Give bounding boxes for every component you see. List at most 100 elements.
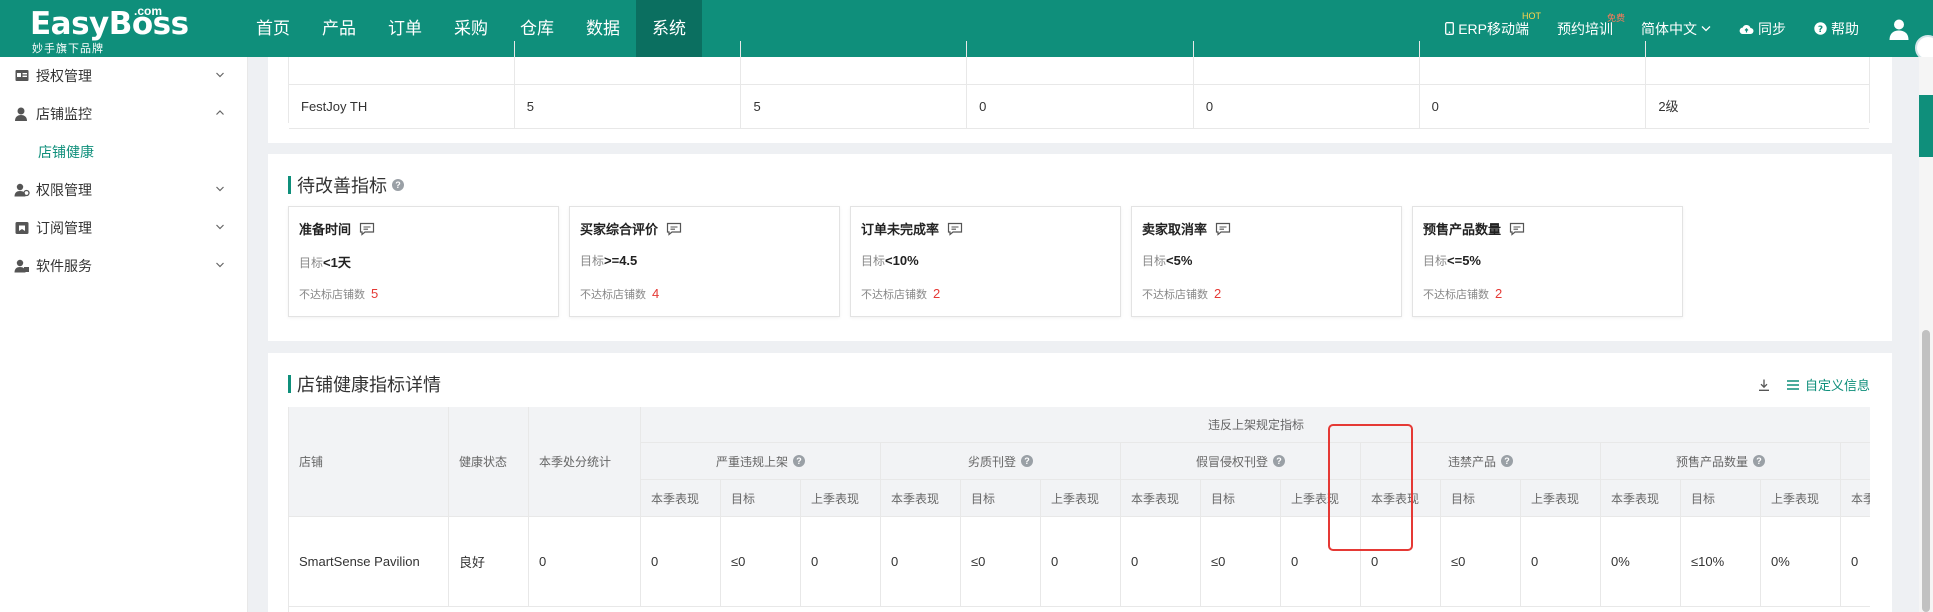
sidebar-item-permissions[interactable]: 权限管理: [0, 171, 247, 209]
hot-badge: HOT: [1522, 10, 1541, 21]
sidebar-item-subscriptions[interactable]: 订阅管理: [0, 209, 247, 247]
erp-mobile-label: ERP移动端: [1458, 20, 1529, 37]
store-stats-table: FestJoy TH 5 5 0 0 0 2级: [288, 41, 1870, 129]
custom-info-button[interactable]: 自定义信息: [1786, 375, 1870, 394]
training-link[interactable]: 预约培训 免费: [1557, 13, 1625, 39]
sync-label: 同步: [1758, 20, 1786, 37]
column-subheader: 目标: [1681, 480, 1761, 517]
language-select[interactable]: 简体中文: [1641, 19, 1711, 39]
detail-actions: 自定义信息: [1757, 375, 1870, 394]
help-icon[interactable]: ?: [1753, 455, 1765, 467]
brand-name: EasyBoss: [30, 6, 189, 42]
side-accent-tab[interactable]: [1919, 95, 1933, 157]
column-header-metric: 违禁产品?: [1361, 443, 1601, 480]
sidebar-item-store-health[interactable]: 店铺健康: [0, 133, 247, 171]
column-subheader: 本季表现: [641, 480, 721, 517]
column-header-metric: 严重违规上架?: [641, 443, 881, 480]
column-subheader: 本季表现: [881, 480, 961, 517]
column-subheader: 上季表现: [801, 480, 881, 517]
sync-button[interactable]: 同步: [1739, 19, 1786, 39]
list-icon: [1786, 379, 1799, 390]
table-cell: 0: [1841, 517, 1870, 607]
authorization-icon: [15, 70, 29, 81]
cloud-sync-icon: [1739, 24, 1754, 34]
download-icon[interactable]: [1757, 378, 1771, 392]
column-subheader: 本季表现: [1601, 480, 1681, 517]
table-cell: 0: [1194, 85, 1420, 129]
table-cell: ≤0: [1441, 517, 1521, 607]
user-avatar-icon[interactable]: [1887, 17, 1911, 41]
column-group-listing-violations: 违反上架规定指标: [641, 407, 1870, 443]
improvement-card: 待改善指标 ? 准备时间 目标<1天 不达标店铺数 5 买家综合评价 目标>=4.…: [268, 154, 1892, 341]
metric-card-unfinished-rate[interactable]: 订单未完成率 目标<10% 不达标店铺数 2: [850, 206, 1121, 317]
column-subheader: 上季表现: [1521, 480, 1601, 517]
column-header-metric: 假冒侵权刊登?: [1121, 443, 1361, 480]
training-label: 预约培训: [1557, 20, 1613, 37]
metric-card-buyer-rating[interactable]: 买家综合评价 目标>=4.5 不达标店铺数 4: [569, 206, 840, 317]
table-cell: 5: [515, 85, 742, 129]
help-icon[interactable]: ?: [1501, 455, 1513, 467]
chevron-down-icon: [216, 224, 224, 230]
column-header-metric: 预售产品数量?: [1601, 443, 1841, 480]
table-cell: ≤0: [721, 517, 801, 607]
metric-card-seller-cancel-rate[interactable]: 卖家取消率 目标<5% 不达标店铺数 2: [1131, 206, 1402, 317]
column-subheader: 上季表现: [1041, 480, 1121, 517]
metric-card-preorder-count[interactable]: 预售产品数量 目标<=5% 不达标店铺数 2: [1412, 206, 1683, 317]
help-button[interactable]: ? 帮助: [1814, 19, 1859, 39]
sidebar-item-authorization[interactable]: 授权管理: [0, 57, 247, 95]
column-subheader: 本季表现: [1361, 480, 1441, 517]
scrollbar-thumb[interactable]: [1922, 330, 1930, 612]
brand-logo[interactable]: EasyBoss .com 妙手旗下品牌: [0, 0, 200, 57]
table-cell: 0: [1281, 517, 1361, 607]
health-detail-card: 店铺健康指标详情 自定义信息 店铺 健康状态 本季处分统计 违反上架规定指标 严…: [268, 353, 1892, 612]
fail-count: 5: [371, 286, 379, 301]
metric-card-prep-time[interactable]: 准备时间 目标<1天 不达标店铺数 5: [288, 206, 559, 317]
comment-icon[interactable]: [1215, 222, 1231, 236]
column-subheader: 目标: [961, 480, 1041, 517]
sidebar-item-software[interactable]: 软件服务: [0, 247, 247, 285]
penalty-cell: 0: [529, 517, 641, 607]
store-monitor-icon: [15, 107, 27, 121]
sidebar-item-label: 软件服务: [36, 258, 92, 274]
help-icon[interactable]: ?: [392, 179, 404, 191]
fail-count: 2: [1214, 286, 1222, 301]
table-cell: 0: [641, 517, 721, 607]
help-icon[interactable]: ?: [793, 455, 805, 467]
sidebar-item-label: 授权管理: [36, 68, 92, 84]
subscription-icon: [15, 222, 29, 234]
erp-mobile-link[interactable]: ERP移动端 HOT: [1445, 11, 1541, 39]
comment-icon[interactable]: [1509, 222, 1525, 236]
help-icon[interactable]: ?: [1021, 455, 1033, 467]
software-icon: [14, 259, 29, 273]
table-cell: 0: [1521, 517, 1601, 607]
permissions-icon: [14, 183, 30, 197]
sidebar-item-label: 订阅管理: [36, 220, 92, 236]
sidebar-item-label: 店铺监控: [36, 106, 92, 122]
help-icon[interactable]: ?: [1273, 455, 1285, 467]
comment-icon[interactable]: [666, 222, 682, 236]
help-label: 帮助: [1831, 20, 1859, 37]
sidebar-item-store-monitor[interactable]: 店铺监控: [0, 95, 247, 133]
column-subheader: 上季表现: [1761, 480, 1841, 517]
table-cell: ≤0: [1201, 517, 1281, 607]
comment-icon[interactable]: [359, 222, 375, 236]
comment-icon[interactable]: [947, 222, 963, 236]
column-header-penalty: 本季处分统计: [529, 407, 641, 517]
column-subheader: 本季表现: [1121, 480, 1201, 517]
language-label: 简体中文: [1641, 20, 1697, 37]
column-subheader: 目标: [1201, 480, 1281, 517]
table-cell: 0: [881, 517, 961, 607]
improvement-title: 待改善指标 ?: [288, 172, 404, 198]
fail-count: 4: [652, 286, 660, 301]
help-icon: ?: [1814, 22, 1827, 35]
table-row: [289, 41, 1869, 85]
column-subheader: 目标: [721, 480, 801, 517]
chevron-down-icon: [1701, 26, 1711, 32]
table-cell: 0: [801, 517, 881, 607]
main-content: FestJoy TH 5 5 0 0 0 2级 待改善指标 ? 准备时间 目标<…: [268, 41, 1892, 612]
table-row: FestJoy TH 5 5 0 0 0 2级: [289, 85, 1869, 129]
table-cell: ≤0: [961, 517, 1041, 607]
column-header-health: 健康状态: [449, 407, 529, 517]
table-cell: 0%: [1601, 517, 1681, 607]
column-subheader: 目标: [1441, 480, 1521, 517]
